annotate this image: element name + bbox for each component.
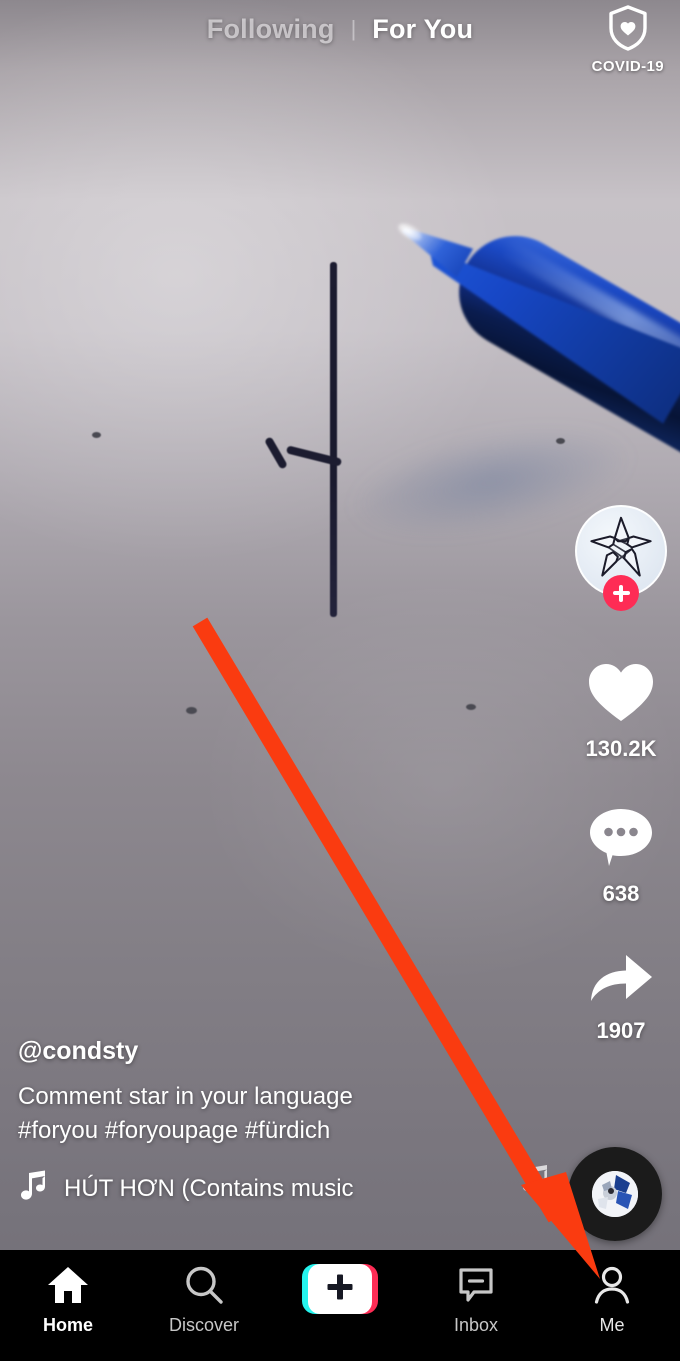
inbox-icon	[456, 1264, 496, 1306]
covid-19-button[interactable]: COVID-19	[592, 4, 664, 75]
feed-tabs: Following | For You	[207, 14, 473, 45]
music-note-icon	[18, 1170, 48, 1207]
paper-speck	[92, 432, 101, 438]
vinyl-disc-icon	[568, 1147, 662, 1241]
nav-label-discover: Discover	[168, 1315, 239, 1335]
share-count: 1907	[596, 1018, 646, 1043]
person-icon	[592, 1264, 632, 1306]
like-button[interactable]: 130.2K	[585, 661, 657, 762]
nav-label-me: Me	[599, 1315, 625, 1335]
like-count: 130.2K	[585, 736, 657, 761]
author-avatar-block[interactable]	[575, 505, 667, 611]
album-art	[592, 1171, 638, 1217]
plus-icon	[326, 1273, 354, 1306]
caption-line-1: Comment star in your language	[18, 1082, 353, 1110]
nav-label-home: Home	[42, 1315, 93, 1335]
paper-speck	[186, 707, 197, 714]
caption-line-2[interactable]: #foryou #foryoupage #fürdich	[18, 1114, 488, 1148]
tab-separator: |	[350, 15, 357, 41]
covid-19-label: COVID-19	[591, 58, 664, 75]
music-ticker[interactable]: HÚT HƠN (Contains music	[18, 1170, 370, 1207]
heart-icon	[586, 661, 656, 730]
nav-item-discover[interactable]: Discover	[136, 1264, 272, 1336]
nav-item-create[interactable]	[272, 1264, 408, 1323]
search-icon	[184, 1264, 224, 1306]
nav-label-inbox: Inbox	[453, 1315, 499, 1335]
shield-heart-icon	[605, 4, 651, 57]
tab-following[interactable]: Following	[207, 14, 335, 45]
tab-for-you[interactable]: For You	[372, 14, 473, 45]
top-navigation-bar: Following | For You COVID-19	[0, 0, 680, 76]
nav-item-inbox[interactable]: Inbox	[408, 1264, 544, 1336]
share-button[interactable]: 1907	[586, 951, 656, 1044]
nav-item-home[interactable]: Home	[0, 1264, 136, 1336]
action-rail: 130.2K 638 1907	[562, 505, 680, 1044]
comment-button[interactable]: 638	[587, 806, 655, 907]
comment-bubble-icon	[587, 806, 655, 875]
paper-speck	[466, 704, 476, 710]
comment-count: 638	[602, 881, 640, 906]
follow-button[interactable]	[603, 575, 639, 611]
paper-speck	[556, 438, 565, 444]
ink-stroke-vertical	[330, 262, 337, 617]
music-disc-button[interactable]	[523, 1147, 662, 1241]
bottom-navigation-bar: Home Discover Inbox Me	[0, 1250, 680, 1361]
double-music-note-icon	[516, 1162, 554, 1205]
post-info: @condsty Comment star in your language #…	[18, 1037, 488, 1207]
create-plus-icon[interactable]	[302, 1264, 378, 1314]
author-username[interactable]: @condsty	[18, 1037, 488, 1066]
tiktok-app-screen: Following | For You COVID-19 130.2K 638 …	[0, 0, 680, 1361]
nav-item-me[interactable]: Me	[544, 1264, 680, 1336]
home-icon	[47, 1264, 89, 1306]
share-arrow-icon	[586, 951, 656, 1012]
music-title: HÚT HƠN (Contains music	[64, 1174, 354, 1202]
